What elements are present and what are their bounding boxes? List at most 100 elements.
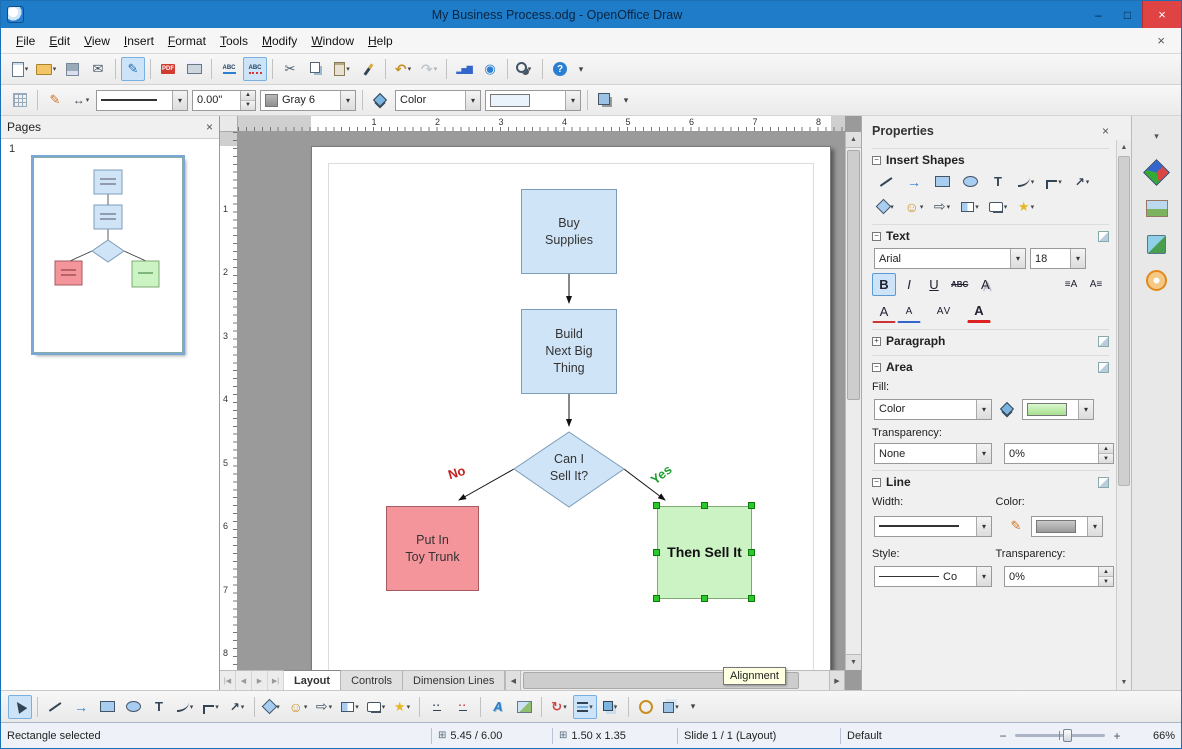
- stars-icon[interactable]: [1013, 195, 1039, 218]
- line-dialog-icon[interactable]: [43, 88, 67, 112]
- chevron-down-icon[interactable]: ▾: [172, 90, 187, 110]
- collapse-icon[interactable]: −: [872, 477, 881, 487]
- chevron-down-icon[interactable]: ▾: [1070, 249, 1085, 268]
- callouts-icon[interactable]: [985, 195, 1011, 218]
- flowchart-icon[interactable]: [957, 195, 983, 218]
- gallery-deck-icon[interactable]: [1140, 192, 1174, 224]
- connector-arrow-no[interactable]: [458, 468, 515, 501]
- menu-tools[interactable]: Tools: [213, 31, 255, 51]
- redo-icon[interactable]: [417, 57, 441, 81]
- cut-icon[interactable]: [278, 57, 302, 81]
- chevron-down-icon[interactable]: ▾: [976, 444, 991, 463]
- arrow-style-icon[interactable]: [69, 88, 93, 112]
- toolbar-more-icon[interactable]: [574, 57, 588, 81]
- scroll-down-icon[interactable]: ▼: [1117, 675, 1131, 690]
- prev-page-button[interactable]: ◀: [236, 671, 252, 690]
- fontwork-icon[interactable]: [486, 695, 510, 719]
- arrange-icon[interactable]: [599, 695, 623, 719]
- new-icon[interactable]: [8, 57, 32, 81]
- fill-bucket-icon[interactable]: [995, 397, 1019, 421]
- line-style-select[interactable]: Co ▾: [874, 566, 992, 587]
- shape-build-next-big-thing[interactable]: Build Next Big Thing: [521, 309, 617, 394]
- menu-help[interactable]: Help: [361, 31, 400, 51]
- tab-layout[interactable]: Layout: [284, 670, 342, 690]
- connector-icon[interactable]: [1041, 170, 1067, 193]
- zoom-in-button[interactable]: +: [1109, 728, 1125, 744]
- chevron-down-icon[interactable]: ▾: [976, 516, 991, 536]
- next-page-button[interactable]: ▶: [252, 671, 268, 690]
- format-paintbrush-icon[interactable]: [356, 57, 380, 81]
- close-icon[interactable]: ×: [206, 120, 213, 134]
- collapse-icon[interactable]: −: [872, 155, 881, 165]
- first-page-button[interactable]: |◀: [220, 671, 236, 690]
- ellipse-icon[interactable]: [957, 170, 983, 193]
- paste-icon[interactable]: [330, 57, 354, 81]
- menu-view[interactable]: View: [77, 31, 117, 51]
- callouts-icon[interactable]: [364, 695, 388, 719]
- rect-icon[interactable]: [95, 695, 119, 719]
- line2-icon[interactable]: [43, 695, 67, 719]
- fill-color-select[interactable]: ▾: [485, 89, 581, 111]
- chevron-down-icon[interactable]: ▾: [465, 90, 480, 110]
- drawing-viewport[interactable]: Buy Supplies Build Next Big Thing Can I …: [238, 132, 845, 670]
- underline-button[interactable]: U: [922, 273, 946, 296]
- selection-handle[interactable]: [653, 502, 660, 509]
- grow-font-button[interactable]: A: [872, 300, 896, 323]
- selection-handle[interactable]: [653, 549, 660, 556]
- lines-arrows-icon[interactable]: [225, 695, 249, 719]
- extrusion-icon[interactable]: [660, 695, 684, 719]
- zoom-level[interactable]: 66%: [1133, 730, 1175, 742]
- transparency-type-select[interactable]: None ▾: [874, 443, 992, 464]
- hyperlink-icon[interactable]: [478, 57, 502, 81]
- basic-shapes-icon[interactable]: [873, 195, 899, 218]
- selection-handle[interactable]: [701, 595, 708, 602]
- bold-button[interactable]: B: [872, 273, 896, 296]
- curve-icon[interactable]: [173, 695, 197, 719]
- close-button[interactable]: ×: [1142, 1, 1181, 28]
- save-icon[interactable]: [60, 57, 84, 81]
- basic-shapes-icon[interactable]: [260, 695, 284, 719]
- edit-file-icon[interactable]: [121, 57, 145, 81]
- font-size-select[interactable]: 18 ▾: [1030, 248, 1086, 269]
- selection-handle[interactable]: [653, 595, 660, 602]
- section-text[interactable]: − Text: [872, 224, 1109, 244]
- from-file-icon[interactable]: [512, 695, 536, 719]
- spellcheck-icon[interactable]: [217, 57, 241, 81]
- section-area[interactable]: − Area: [872, 355, 1109, 375]
- connector-icon[interactable]: [199, 695, 223, 719]
- shape-put-in-toy-trunk[interactable]: Put In Toy Trunk: [386, 506, 479, 591]
- menu-modify[interactable]: Modify: [255, 31, 304, 51]
- curve-icon[interactable]: [1013, 170, 1039, 193]
- alignment-icon[interactable]: [573, 694, 597, 719]
- shrink-font-button[interactable]: A: [897, 300, 921, 323]
- maximize-button[interactable]: □: [1113, 1, 1142, 28]
- drawing-page[interactable]: Buy Supplies Build Next Big Thing Can I …: [311, 146, 831, 670]
- font-color-button[interactable]: A: [967, 300, 991, 323]
- shadow-button[interactable]: A: [973, 273, 997, 296]
- menu-file[interactable]: File: [9, 31, 42, 51]
- chevron-down-icon[interactable]: ▾: [976, 399, 991, 419]
- spinner-arrows[interactable]: ▲ ▼: [240, 90, 255, 110]
- decrease-spacing-icon[interactable]: A≡: [1084, 273, 1108, 296]
- chevron-down-icon[interactable]: ▾: [340, 90, 355, 110]
- fill-color-select[interactable]: ▾: [1022, 398, 1094, 420]
- spinner-arrows[interactable]: ▲ ▼: [1098, 567, 1113, 586]
- email-icon[interactable]: [86, 57, 110, 81]
- glue-points-icon[interactable]: [451, 695, 475, 719]
- menu-edit[interactable]: Edit: [42, 31, 77, 51]
- scroll-up-icon[interactable]: ▲: [846, 132, 861, 148]
- zoom-slider-thumb[interactable]: [1063, 729, 1072, 742]
- toolbar-more-icon[interactable]: [686, 695, 700, 719]
- arrow-line-icon[interactable]: [69, 695, 93, 719]
- area-dialog-icon[interactable]: [368, 88, 392, 112]
- shape-buy-supplies[interactable]: Buy Supplies: [521, 189, 617, 274]
- chevron-down-icon[interactable]: ▾: [1010, 249, 1025, 268]
- line2-icon[interactable]: [873, 170, 899, 193]
- tab-controls[interactable]: Controls: [341, 671, 404, 690]
- menu-format[interactable]: Format: [161, 31, 213, 51]
- chevron-down-icon[interactable]: ▾: [565, 90, 580, 110]
- toolbar-more-icon[interactable]: [619, 88, 633, 112]
- collapse-icon[interactable]: −: [872, 231, 881, 241]
- transparency-spinner[interactable]: 0% ▲ ▼: [1004, 443, 1114, 464]
- section-insert-shapes[interactable]: − Insert Shapes: [872, 148, 1109, 168]
